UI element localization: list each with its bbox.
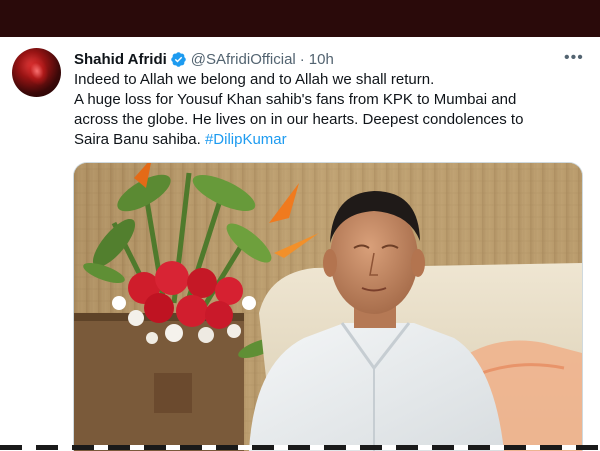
photo-scene	[74, 163, 582, 451]
author-name[interactable]: Shahid Afridi	[74, 51, 167, 68]
hashtag-link[interactable]: #DilipKumar	[205, 131, 287, 148]
tweet-photo[interactable]	[73, 162, 583, 451]
timestamp[interactable]: 10h	[309, 51, 334, 68]
author-handle[interactable]: @SAfridiOfficial	[191, 51, 296, 68]
tweet-header: Shahid Afridi @SAfridiOfficial · 10h	[74, 49, 334, 69]
tweet-text-line: A huge loss for Yousuf Khan sahib's fans…	[74, 91, 517, 108]
bottom-caption-strip	[0, 445, 600, 450]
avatar[interactable]	[12, 48, 61, 97]
verified-badge-icon	[171, 51, 186, 67]
tweet-text-line-last: Saira Banu sahiba. #DilipKumar	[74, 130, 584, 150]
tweet-text-last-segment: Saira Banu sahiba.	[74, 131, 201, 148]
tweet-text-line: Indeed to Allah we belong and to Allah w…	[74, 71, 435, 88]
more-options-icon[interactable]: •••	[564, 49, 583, 67]
tweet-text: Indeed to Allah we belong and to Allah w…	[74, 70, 584, 150]
tweet-text-line: across the globe. He lives on in our hea…	[74, 111, 524, 128]
avatar-highlight	[21, 53, 53, 89]
separator-dot: ·	[299, 50, 305, 68]
top-dark-bar	[0, 0, 600, 37]
tweet-card[interactable]: Shahid Afridi @SAfridiOfficial · 10h •••…	[0, 37, 600, 451]
